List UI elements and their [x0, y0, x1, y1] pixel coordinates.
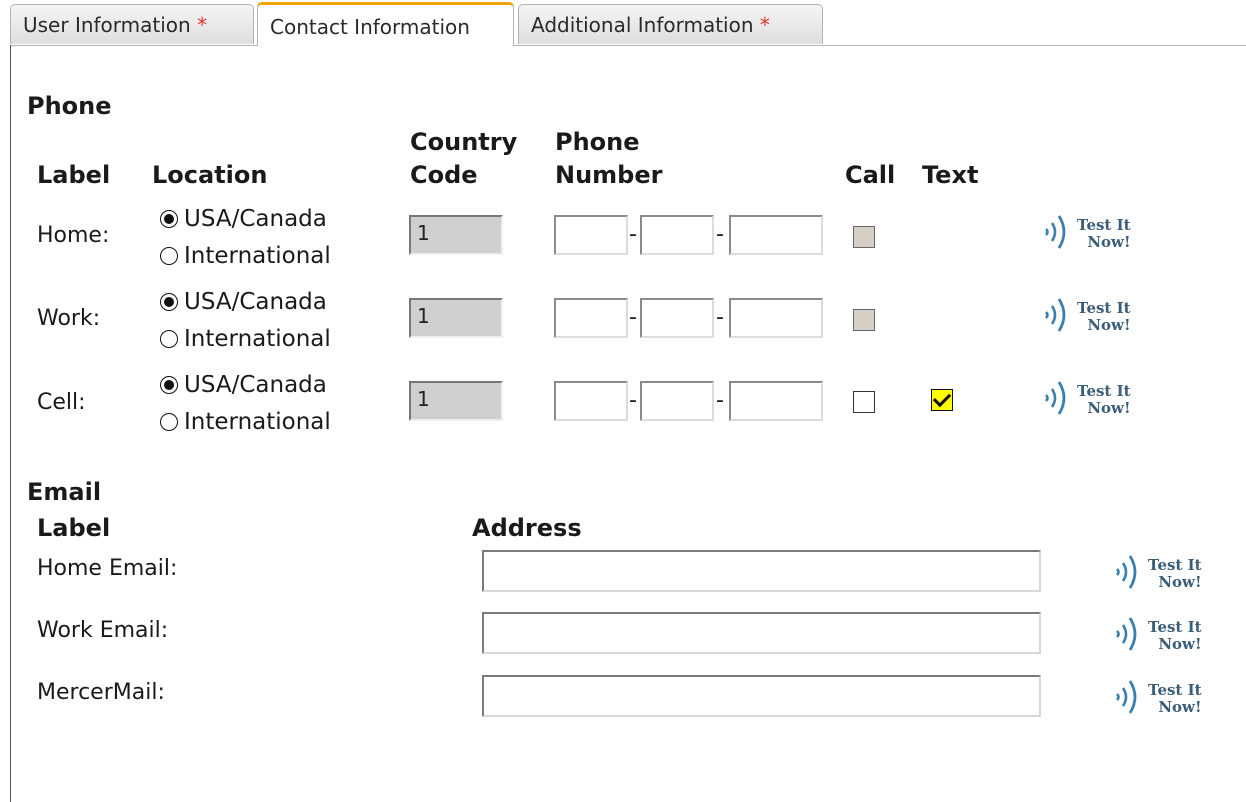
phone-prefix-home[interactable]	[640, 215, 714, 255]
radio-label: International	[184, 243, 331, 269]
phone-prefix-work[interactable]	[640, 298, 714, 338]
test-it-now-button-email-home[interactable]: Test It Now!	[1112, 552, 1202, 596]
radio-label: International	[184, 326, 331, 352]
radio-label: USA/Canada	[184, 289, 327, 315]
test-it-now-button-phone-cell[interactable]: Test It Now!	[1041, 378, 1131, 422]
required-mark: *	[759, 13, 770, 37]
test-button-line1: Test It	[1148, 681, 1202, 699]
phone-separator: -	[629, 305, 637, 330]
sound-waves-icon	[1112, 677, 1146, 721]
phone-separator: -	[716, 305, 724, 330]
home-email-input[interactable]	[482, 550, 1041, 592]
phone-separator: -	[716, 388, 724, 413]
tab-label: Additional Information	[531, 13, 754, 37]
country-code-field-work[interactable]: 1	[409, 298, 503, 338]
phone-row-label-cell: Cell:	[37, 390, 86, 415]
phone-area-code-cell[interactable]	[554, 381, 628, 421]
test-it-now-button-phone-work[interactable]: Test It Now!	[1041, 295, 1131, 339]
location-radio-usa-home[interactable]: USA/Canada	[160, 206, 327, 232]
test-it-now-button-email-mercermail[interactable]: Test It Now!	[1112, 677, 1202, 721]
test-button-line1: Test It	[1077, 382, 1131, 400]
radio-unselected-icon	[160, 413, 178, 431]
call-checkbox-home[interactable]	[853, 226, 875, 248]
panel-border	[10, 45, 11, 802]
work-email-input[interactable]	[482, 612, 1041, 654]
phone-separator: -	[629, 388, 637, 413]
location-radio-international-work[interactable]: International	[160, 326, 331, 352]
sound-waves-icon	[1112, 552, 1146, 596]
phone-header-label: Label	[37, 161, 111, 189]
email-header-label: Label	[37, 514, 111, 542]
phone-area-code-work[interactable]	[554, 298, 628, 338]
sound-waves-icon	[1112, 614, 1146, 658]
phone-area-code-home[interactable]	[554, 215, 628, 255]
phone-line-work[interactable]	[729, 298, 823, 338]
phone-header-number-line1: Phone	[555, 128, 640, 156]
test-button-line2: Now!	[1158, 698, 1202, 716]
mercermail-input[interactable]	[482, 675, 1041, 717]
test-button-line2: Now!	[1158, 635, 1202, 653]
test-button-line1: Test It	[1148, 618, 1202, 636]
phone-header-location: Location	[152, 161, 268, 189]
email-row-label-home: Home Email:	[37, 556, 178, 581]
email-section-title: Email	[27, 478, 102, 506]
phone-separator: -	[716, 222, 724, 247]
email-row-label-mercermail: MercerMail:	[37, 680, 165, 705]
country-code-field-home[interactable]: 1	[409, 215, 503, 255]
phone-row-label-work: Work:	[37, 306, 101, 331]
location-radio-international-home[interactable]: International	[160, 243, 331, 269]
country-code-field-cell[interactable]: 1	[409, 381, 503, 421]
email-row-label-work: Work Email:	[37, 618, 169, 643]
radio-selected-icon	[160, 293, 178, 311]
phone-section-title: Phone	[27, 92, 112, 120]
tab-additional-information[interactable]: Additional Information *	[518, 4, 823, 44]
phone-prefix-cell[interactable]	[640, 381, 714, 421]
phone-header-call: Call	[845, 161, 896, 189]
sound-waves-icon	[1041, 212, 1075, 256]
phone-header-number-line2: Number	[555, 161, 663, 189]
required-mark: *	[197, 13, 208, 37]
test-button-line1: Test It	[1077, 216, 1131, 234]
call-checkbox-cell[interactable]	[853, 391, 875, 413]
location-radio-usa-work[interactable]: USA/Canada	[160, 289, 327, 315]
phone-separator: -	[629, 222, 637, 247]
test-button-line2: Now!	[1087, 316, 1131, 334]
phone-header-country-line1: Country	[410, 128, 518, 156]
test-button-line2: Now!	[1087, 399, 1131, 417]
sound-waves-icon	[1041, 378, 1075, 422]
tab-label: Contact Information	[270, 15, 470, 39]
radio-label: USA/Canada	[184, 206, 327, 232]
tab-user-information[interactable]: User Information *	[10, 4, 254, 44]
radio-selected-icon	[160, 376, 178, 394]
tab-contact-information[interactable]: Contact Information	[257, 2, 514, 46]
phone-row-label-home: Home:	[37, 223, 110, 248]
test-it-now-button-email-work[interactable]: Test It Now!	[1112, 614, 1202, 658]
test-button-line1: Test It	[1148, 556, 1202, 574]
radio-label: USA/Canada	[184, 372, 327, 398]
radio-selected-icon	[160, 210, 178, 228]
email-header-address: Address	[472, 514, 582, 542]
tab-label: User Information	[23, 13, 191, 37]
phone-header-country-line2: Code	[410, 161, 478, 189]
phone-header-text: Text	[922, 161, 979, 189]
test-button-line1: Test It	[1077, 299, 1131, 317]
test-it-now-button-phone-home[interactable]: Test It Now!	[1041, 212, 1131, 256]
sound-waves-icon	[1041, 295, 1075, 339]
text-checkbox-cell[interactable]	[931, 389, 953, 411]
call-checkbox-work[interactable]	[853, 309, 875, 331]
test-button-line2: Now!	[1087, 233, 1131, 251]
radio-unselected-icon	[160, 247, 178, 265]
phone-line-cell[interactable]	[729, 381, 823, 421]
location-radio-usa-cell[interactable]: USA/Canada	[160, 372, 327, 398]
test-button-line2: Now!	[1158, 573, 1202, 591]
phone-line-home[interactable]	[729, 215, 823, 255]
location-radio-international-cell[interactable]: International	[160, 409, 331, 435]
tab-divider	[10, 45, 1246, 46]
radio-label: International	[184, 409, 331, 435]
radio-unselected-icon	[160, 330, 178, 348]
